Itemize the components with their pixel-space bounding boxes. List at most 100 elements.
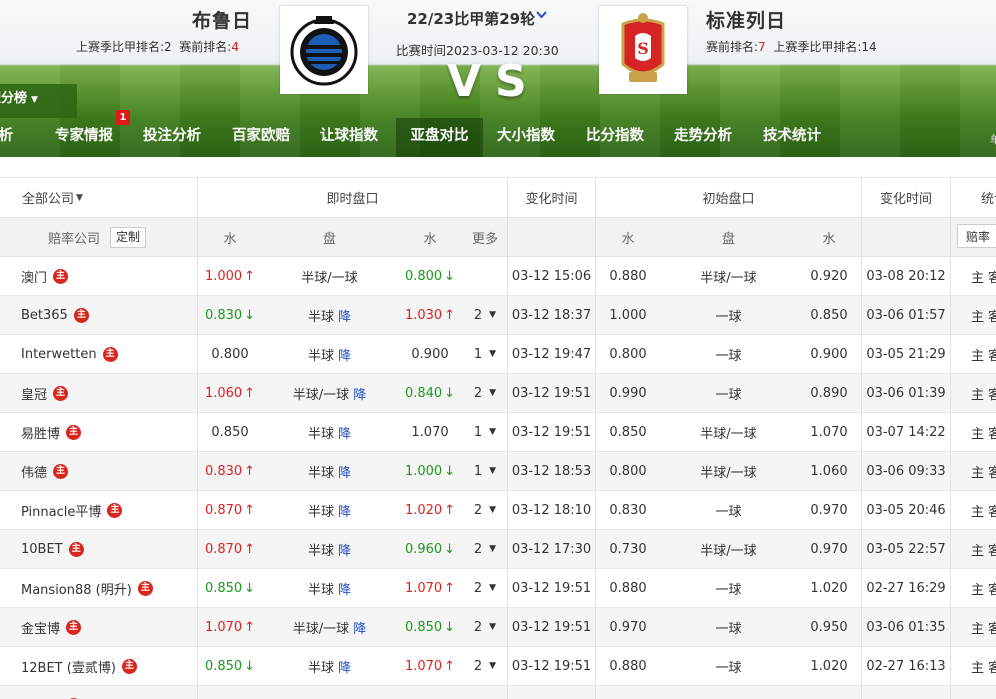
more-dropdown[interactable]: 2▼ <box>463 569 507 607</box>
company-name[interactable]: Interwetten <box>21 347 97 362</box>
league-standings-dropdown[interactable]: 积分榜▼ <box>0 84 77 118</box>
live-water-home[interactable]: 0.870↑ <box>198 530 262 568</box>
live-handicap[interactable]: 半球降 <box>262 686 397 699</box>
live-water-home[interactable]: 1.070↑ <box>198 608 262 646</box>
company-name[interactable]: Mansion88 (明升) <box>21 579 132 598</box>
live-water-away[interactable]: 1.070↑ <box>397 647 463 685</box>
tab-analysis[interactable]: 分析 <box>0 118 32 157</box>
more-dropdown[interactable]: 1▼ <box>463 413 507 451</box>
live-water-home[interactable]: 0.800 <box>198 686 262 699</box>
tab-score-index[interactable]: 比分指数 <box>586 118 644 157</box>
tab-trend-analysis[interactable]: 走势分析 <box>674 118 732 157</box>
home-team-name[interactable]: 布鲁日 <box>192 6 252 33</box>
table-row[interactable]: 10BET主0.870↑半球降0.960↓2▼03-12 17:300.730半… <box>0 530 996 569</box>
more-dropdown[interactable]: 1▼ <box>463 452 507 490</box>
away-team-name[interactable]: 标准列日 <box>706 6 786 33</box>
table-row[interactable]: 澳门主1.000↑半球/一球0.800↓03-12 15:060.880半球/一… <box>0 257 996 296</box>
live-water-away[interactable]: 0.840↓ <box>397 374 463 412</box>
zhu-circle-icon[interactable]: 主 <box>122 659 137 674</box>
more-dropdown[interactable]: 2▼ <box>463 374 507 412</box>
live-handicap[interactable]: 半球降 <box>262 452 397 490</box>
tab-over-under[interactable]: 大小指数 <box>497 118 555 157</box>
live-handicap[interactable]: 半球/一球降 <box>262 374 397 412</box>
zhu-circle-icon[interactable]: 主 <box>53 464 68 479</box>
stats-home-away-links[interactable]: 主 客 <box>951 647 996 685</box>
live-handicap[interactable]: 半球降 <box>262 530 397 568</box>
zhu-circle-icon[interactable]: 主 <box>53 386 68 401</box>
live-water-home[interactable]: 0.850↓ <box>198 647 262 685</box>
odds-filter-button[interactable]: 赔率 <box>957 224 996 248</box>
company-cell[interactable]: 伟德主 <box>0 452 197 490</box>
tab-expert-intel[interactable]: 专家情报 1 <box>55 118 113 157</box>
company-cell[interactable]: 易胜博主 <box>0 413 197 451</box>
live-handicap[interactable]: 半球降 <box>262 413 397 451</box>
zhu-circle-icon[interactable]: 主 <box>69 542 84 557</box>
home-team-logo[interactable] <box>280 6 368 94</box>
company-cell[interactable]: 金宝博主 <box>0 608 197 646</box>
live-water-home[interactable]: 0.830↑ <box>198 452 262 490</box>
away-team-logo[interactable]: S <box>599 6 687 94</box>
custom-button[interactable]: 定制 <box>110 227 146 248</box>
stats-home-away-links[interactable]: 主 客 <box>951 530 996 568</box>
live-water-home[interactable]: 0.800 <box>198 335 262 373</box>
table-row[interactable]: Interwetten主0.800半球降0.9001▼03-12 19:470.… <box>0 335 996 374</box>
table-row[interactable]: 易胜博主0.850半球降1.0701▼03-12 19:510.850半球/一球… <box>0 413 996 452</box>
live-water-away[interactable]: 0.800↓ <box>397 257 463 295</box>
stats-home-away-links[interactable]: 主 客 <box>951 569 996 607</box>
live-water-home[interactable]: 0.850↓ <box>198 569 262 607</box>
stats-home-away-links[interactable]: 主 客 <box>951 335 996 373</box>
live-water-away[interactable]: 1.070↑ <box>397 569 463 607</box>
live-handicap[interactable]: 半球降 <box>262 335 397 373</box>
match-round[interactable]: 22/23比甲第29轮 <box>407 8 535 29</box>
company-cell[interactable]: Pinnacle平博主 <box>0 491 197 529</box>
live-water-away[interactable]: 0.960↓ <box>397 530 463 568</box>
more-dropdown[interactable]: 2▼ <box>463 491 507 529</box>
company-filter-dropdown[interactable]: 全部公司▼ <box>0 178 197 217</box>
tab-european-odds[interactable]: 百家欧赔 <box>232 118 290 157</box>
zhu-circle-icon[interactable]: 主 <box>66 620 81 635</box>
live-handicap[interactable]: 半球降 <box>262 296 397 334</box>
live-handicap[interactable]: 半球/一球 <box>262 257 397 295</box>
stats-home-away-links[interactable]: 主 客 <box>951 374 996 412</box>
company-name[interactable]: Bet365 <box>21 308 68 323</box>
table-row[interactable]: 伟德主0.830↑半球降1.000↓1▼03-12 18:530.800半球/一… <box>0 452 996 491</box>
zhu-circle-icon[interactable]: 主 <box>138 581 153 596</box>
stats-home-away-links[interactable]: 主 客 <box>951 413 996 451</box>
company-name[interactable]: 12BET (壹贰博) <box>21 657 116 676</box>
table-row[interactable]: Mansion88 (明升)主0.850↓半球降1.070↑2▼03-12 19… <box>0 569 996 608</box>
live-water-home[interactable]: 0.830↓ <box>198 296 262 334</box>
stats-home-away-links[interactable]: 主 客 <box>951 491 996 529</box>
stats-home-away-links[interactable]: 主 客 <box>951 452 996 490</box>
live-handicap[interactable]: 半球降 <box>262 647 397 685</box>
zhu-circle-icon[interactable]: 主 <box>107 503 122 518</box>
stats-home-away-links[interactable]: 主 客 <box>951 686 996 699</box>
zhu-circle-icon[interactable]: 主 <box>74 308 89 323</box>
more-dropdown[interactable]: 1▼ <box>463 335 507 373</box>
company-cell[interactable]: Interwetten主 <box>0 335 197 373</box>
live-water-away[interactable]: 1.030↑ <box>397 686 463 699</box>
table-row[interactable]: 金宝博主1.070↑半球/一球降0.850↓2▼03-12 19:510.970… <box>0 608 996 647</box>
table-row[interactable]: 18Bet主0.800半球降1.030↑2▼03-12 19:510.800一球… <box>0 686 996 699</box>
live-water-home[interactable]: 1.000↑ <box>198 257 262 295</box>
live-handicap[interactable]: 半球降 <box>262 569 397 607</box>
live-water-away[interactable]: 0.900 <box>397 335 463 373</box>
company-cell[interactable]: Bet365 主 <box>0 296 197 334</box>
company-name[interactable]: 金宝博 <box>21 618 60 637</box>
table-row[interactable]: 皇冠主1.060↑半球/一球降0.840↓2▼03-12 19:510.990一… <box>0 374 996 413</box>
company-name[interactable]: Pinnacle平博 <box>21 501 101 520</box>
table-row[interactable]: Bet365主0.830↓半球降1.030↑2▼03-12 18:371.000… <box>0 296 996 335</box>
more-dropdown[interactable]: 2▼ <box>463 296 507 334</box>
company-cell[interactable]: 10BET主 <box>0 530 197 568</box>
live-water-away[interactable]: 0.850↓ <box>397 608 463 646</box>
live-water-away[interactable]: 1.070 <box>397 413 463 451</box>
zhu-circle-icon[interactable]: 主 <box>66 425 81 440</box>
live-water-away[interactable]: 1.030↑ <box>397 296 463 334</box>
company-cell[interactable]: 18Bet主 <box>0 686 197 699</box>
table-row[interactable]: Pinnacle平博主0.870↑半球降1.020↑2▼03-12 18:100… <box>0 491 996 530</box>
more-dropdown[interactable]: 2▼ <box>463 608 507 646</box>
table-row[interactable]: 12BET (壹贰博)主0.850↓半球降1.070↑2▼03-12 19:51… <box>0 647 996 686</box>
more-dropdown[interactable]: 2▼ <box>463 686 507 699</box>
stats-home-away-links[interactable]: 主 客 <box>951 608 996 646</box>
company-cell[interactable]: Mansion88 (明升) 主 <box>0 569 197 607</box>
live-water-away[interactable]: 1.020↑ <box>397 491 463 529</box>
